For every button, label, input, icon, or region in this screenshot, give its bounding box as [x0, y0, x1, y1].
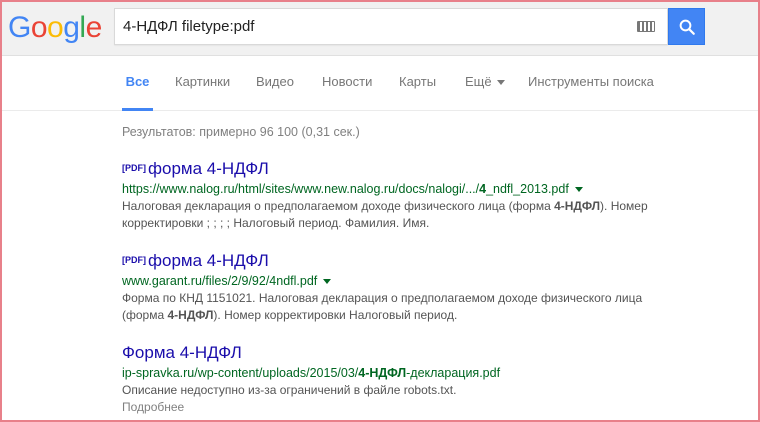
- logo-letter: o: [47, 11, 64, 44]
- result-title: Форма 4-НДФЛ: [122, 343, 242, 362]
- chevron-down-icon: [496, 80, 505, 86]
- snippet-text: корректировки ; ; ; ; Налоговый период. …: [122, 216, 430, 230]
- tab-maps[interactable]: Карты: [399, 57, 436, 111]
- chevron-down-icon[interactable]: [574, 187, 583, 193]
- result-stats: Результатов: примерно 96 100 (0,31 сек.): [122, 125, 360, 139]
- snippet-text: Налоговая декларация о предполагаемом до…: [122, 199, 555, 213]
- snippet-text: Описание недоступно из-за ограничений в …: [122, 383, 457, 397]
- tab-label: Новости: [322, 74, 373, 89]
- result-title-link[interactable]: [PDF] форма 4-НДФЛ: [122, 250, 682, 272]
- google-logo[interactable]: Google: [8, 10, 102, 46]
- tab-label: Карты: [399, 74, 437, 89]
- keyboard-icon[interactable]: [637, 21, 655, 32]
- search-input[interactable]: [123, 9, 623, 44]
- result-snippet: Форма по КНД 1151021. Налоговая декларац…: [122, 290, 682, 324]
- pdf-tag: [PDF]: [122, 163, 146, 173]
- url-text: www.garant.ru/files/2/9/92/4ndfl.pdf: [122, 274, 318, 288]
- result-url: www.garant.ru/files/2/9/92/4ndfl.pdf: [122, 272, 682, 290]
- url-text: ip-spravka.ru/wp-content/uploads/2015/03…: [122, 366, 359, 380]
- search-result: Форма 4-НДФЛ ip-spravka.ru/wp-content/up…: [122, 342, 682, 416]
- tab-label: Видео: [256, 74, 294, 89]
- result-url: ip-spravka.ru/wp-content/uploads/2015/03…: [122, 364, 682, 382]
- result-title: форма 4-НДФЛ: [148, 159, 269, 178]
- tab-label: Ещё: [465, 74, 492, 89]
- snippet-text: ). Номер корректировки Налоговый период.: [213, 308, 458, 322]
- snippet-text: ). Номер: [600, 199, 648, 213]
- tab-label: Все: [125, 74, 150, 89]
- logo-letter: o: [30, 11, 48, 44]
- url-highlight: 4-НДФЛ: [358, 366, 407, 380]
- tab-search-tools[interactable]: Инструменты поиска: [528, 57, 654, 111]
- snippet-text: (форма: [122, 308, 168, 322]
- result-snippet: Описание недоступно из-за ограничений в …: [122, 382, 682, 399]
- result-snippet: Налоговая декларация о предполагаемом до…: [122, 198, 682, 232]
- snippet-text: Форма по КНД 1151021. Налоговая декларац…: [122, 291, 643, 305]
- logo-letter: e: [85, 11, 103, 44]
- logo-letter: g: [63, 11, 80, 44]
- header-bar: Google: [0, 0, 760, 56]
- search-box: [114, 8, 668, 45]
- tab-video[interactable]: Видео: [256, 57, 294, 111]
- result-title: форма 4-НДФЛ: [148, 251, 269, 270]
- search-icon: [679, 19, 695, 35]
- url-text: _ndfl_2013.pdf: [486, 182, 569, 196]
- tab-label: Картинки: [175, 74, 231, 89]
- tab-images[interactable]: Картинки: [175, 57, 230, 111]
- result-title-link[interactable]: [PDF] форма 4-НДФЛ: [122, 158, 682, 180]
- snippet-highlight: 4-НДФЛ: [554, 199, 601, 213]
- result-url: https://www.nalog.ru/html/sites/www.new.…: [122, 180, 682, 198]
- url-text: -декларация.pdf: [406, 366, 501, 380]
- search-tabs: Все Картинки Видео Новости Карты Ещё Инс…: [0, 57, 760, 111]
- result-title-link[interactable]: Форма 4-НДФЛ: [122, 342, 682, 364]
- snippet-highlight: 4-НДФЛ: [167, 308, 214, 322]
- logo-letter: G: [8, 11, 31, 44]
- tab-all[interactable]: Все: [122, 57, 153, 111]
- pdf-tag: [PDF]: [122, 255, 146, 265]
- url-text: https://www.nalog.ru/html/sites/www.new.…: [122, 182, 480, 196]
- chevron-down-icon[interactable]: [323, 279, 332, 285]
- tab-label: Инструменты поиска: [528, 74, 654, 89]
- tab-more[interactable]: Ещё: [465, 57, 505, 111]
- search-result: [PDF] форма 4-НДФЛ www.garant.ru/files/2/…: [122, 250, 682, 324]
- more-link[interactable]: Подробнее: [122, 399, 682, 416]
- search-result: [PDF] форма 4-НДФЛ https://www.nalog.ru/h…: [122, 158, 682, 232]
- search-button[interactable]: [668, 8, 705, 45]
- tab-news[interactable]: Новости: [322, 57, 372, 111]
